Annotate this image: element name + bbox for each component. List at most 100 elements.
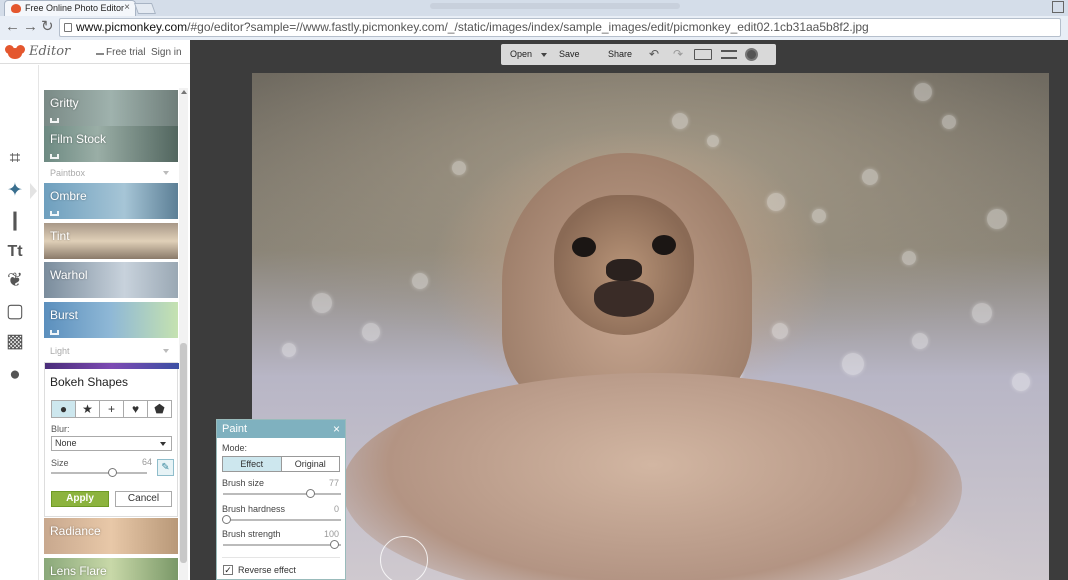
compare-icon[interactable] (694, 49, 712, 60)
bokeh-shapes-panel: Bokeh Shapes ● ★ + ♥ ⬟ Blur: None Size 6… (44, 362, 179, 517)
effect-film-stock[interactable]: Film Stock (44, 126, 178, 162)
scroll-thumb[interactable] (180, 343, 187, 563)
effect-lens-flare[interactable]: Lens Flare (44, 558, 178, 580)
touch-up-brush-icon: ❙ (7, 210, 23, 231)
photo-canvas[interactable] (252, 73, 1049, 580)
effect-label: Gritty (50, 96, 79, 110)
brush-size-track[interactable] (223, 493, 341, 495)
textures-icon: ▩ (6, 331, 24, 352)
tool-textures[interactable]: ▩ (3, 330, 27, 354)
section-light[interactable]: Light (50, 346, 167, 356)
tool-themes[interactable]: ● (3, 363, 27, 387)
shape-star-icon[interactable]: ★ (76, 401, 100, 417)
brush-hardness-track[interactable] (223, 519, 341, 521)
tool-effects[interactable]: ✦ (3, 179, 27, 203)
themes-apple-icon: ● (9, 364, 21, 385)
effect-gritty[interactable]: Gritty (44, 90, 178, 126)
bokeh-brush-button[interactable]: ✎ (157, 459, 174, 476)
window-maximize-icon[interactable] (1052, 1, 1064, 13)
blur-label: Blur: (51, 424, 70, 434)
redo-icon[interactable]: ↷ (673, 47, 683, 61)
panel-scrollbar[interactable] (179, 88, 188, 580)
reverse-effect-checkbox[interactable]: ✓ (223, 565, 233, 575)
size-label: Size (51, 458, 69, 468)
close-icon[interactable]: × (333, 420, 340, 438)
open-button[interactable]: Open (510, 49, 532, 59)
effects-wand-icon: ✦ (7, 180, 23, 201)
tool-overlays[interactable]: ❦ (3, 269, 27, 293)
brush-strength-value: 100 (323, 529, 339, 539)
effect-ombre[interactable]: Ombre (44, 183, 178, 219)
effect-label: Burst (50, 308, 79, 322)
tab-strip: Free Online Photo Editor × (0, 0, 1068, 16)
paint-dialog-header[interactable]: Paint × (217, 420, 345, 438)
effect-warhol[interactable]: Warhol (44, 262, 178, 298)
apply-button[interactable]: Apply (51, 491, 109, 507)
window-title-blurred (430, 3, 680, 9)
brush-strength-knob[interactable] (330, 540, 339, 549)
effect-label: Tint (50, 229, 70, 243)
brush-strength-track[interactable] (223, 544, 341, 546)
tool-sidebar: ⌗ ✦ ❙ Tt ❦ ▢ ▩ ● (0, 65, 30, 580)
section-paintbox[interactable]: Paintbox (50, 168, 170, 178)
reload-icon[interactable]: ↻ (41, 19, 54, 35)
open-dropdown-icon[interactable] (541, 53, 547, 57)
layers-icon[interactable] (721, 50, 737, 59)
picmonkey-favicon-icon (11, 4, 21, 13)
crop-icon: ⌗ (9, 148, 21, 169)
browser-chrome: Free Online Photo Editor × ← → ↻ www.pic… (0, 0, 1068, 40)
undo-icon[interactable]: ↶ (649, 47, 659, 61)
brush-hardness-knob[interactable] (222, 515, 231, 524)
tab-title: Free Online Photo Editor (25, 3, 125, 13)
picmonkey-logo-icon[interactable] (5, 45, 25, 59)
app-header: Editor Free trial Sign in (0, 40, 190, 64)
crown-icon (50, 154, 59, 159)
bokeh-shape-picker: ● ★ + ♥ ⬟ (51, 400, 172, 418)
effect-tint[interactable]: Tint (44, 223, 178, 259)
pug-face (554, 195, 694, 335)
share-button[interactable]: Share (608, 49, 632, 59)
free-trial-link[interactable]: Free trial (96, 47, 145, 58)
text-icon: Tt (7, 243, 23, 260)
tab-close-icon[interactable]: × (124, 2, 130, 13)
size-value: 64 (142, 457, 153, 467)
url-path: /#go/editor?sample=//www.fastly.picmonke… (187, 20, 869, 34)
mode-effect-button[interactable]: Effect (223, 457, 282, 471)
shape-pentagon-icon[interactable]: ⬟ (148, 401, 171, 417)
tool-touch-up[interactable]: ❙ (3, 209, 27, 233)
scroll-up-icon[interactable] (181, 90, 187, 94)
new-tab-button[interactable] (133, 3, 157, 14)
url-host: www.picmonkey.com (76, 20, 188, 34)
brush-size-value: 77 (328, 478, 339, 488)
brush-strength-label: Brush strength (222, 529, 281, 539)
browser-tab[interactable]: Free Online Photo Editor × (4, 0, 136, 16)
effect-radiance[interactable]: Radiance (44, 518, 178, 554)
crown-icon (96, 49, 104, 55)
settings-gear-icon[interactable] (745, 48, 758, 61)
bokeh-title: Bokeh Shapes (50, 375, 129, 389)
save-button[interactable]: Save (559, 49, 580, 59)
forward-icon[interactable]: → (23, 19, 38, 35)
mode-original-button[interactable]: Original (282, 457, 340, 471)
crown-icon (50, 118, 59, 123)
tool-frames[interactable]: ▢ (3, 300, 27, 324)
sign-in-link[interactable]: Sign in (151, 47, 182, 58)
tool-crop[interactable]: ⌗ (3, 147, 27, 171)
blur-select[interactable]: None (51, 436, 172, 451)
cancel-button[interactable]: Cancel (115, 491, 172, 507)
address-bar[interactable]: www.picmonkey.com/#go/editor?sample=//ww… (59, 18, 1061, 37)
shape-heart-icon[interactable]: ♥ (124, 401, 148, 417)
tool-text[interactable]: Tt (3, 240, 27, 264)
brush-size-knob[interactable] (306, 489, 315, 498)
divider (222, 557, 340, 558)
size-slider-knob[interactable] (108, 468, 118, 477)
back-icon[interactable]: ← (5, 19, 20, 35)
effect-burst[interactable]: Burst (44, 302, 178, 338)
top-toolbar: Open Save Share ↶ ↷ (501, 44, 776, 65)
paint-dialog: Paint × Mode: Effect Original Brush size… (216, 419, 346, 580)
shape-cross-icon[interactable]: + (100, 401, 124, 417)
shape-circle-icon[interactable]: ● (52, 401, 76, 417)
size-slider-track[interactable] (51, 472, 147, 474)
brush-icon: ✎ (161, 462, 170, 473)
mode-toggle: Effect Original (222, 456, 340, 472)
